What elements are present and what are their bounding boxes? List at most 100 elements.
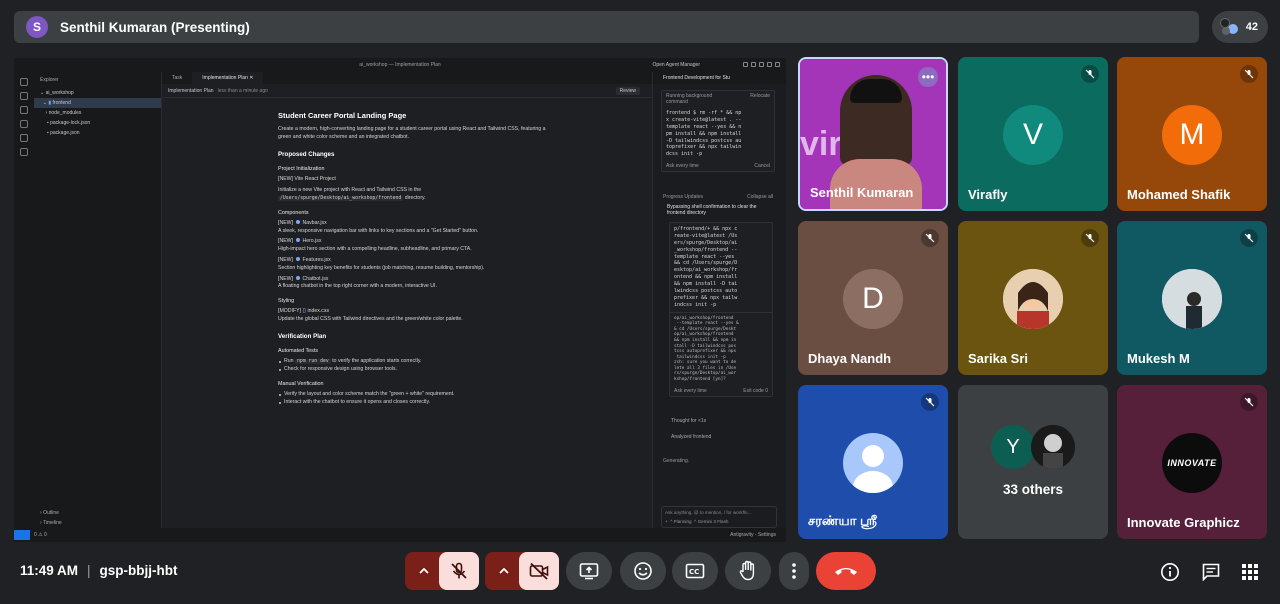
more-options-button[interactable] bbox=[779, 552, 809, 590]
presenter-bar[interactable]: S Senthil Kumaran (Presenting) bbox=[14, 11, 1199, 43]
meeting-info: 11:49 AM | gsp-bbjj-hbt bbox=[20, 563, 178, 578]
command-card: Running background command Relocate front… bbox=[661, 90, 775, 173]
mic-options-chevron-icon[interactable] bbox=[411, 552, 437, 590]
tile-mohamed[interactable]: M Mohamed Shafik bbox=[1117, 57, 1267, 211]
doc-title: Student Career Portal Landing Page bbox=[278, 111, 407, 120]
avatar: Y bbox=[991, 425, 1035, 469]
innovate-logo: INNOVATE bbox=[1162, 433, 1222, 493]
command-output: p/frontend/+ && npx c reate-vite@latest … bbox=[669, 222, 773, 397]
avatar: V bbox=[1003, 105, 1063, 165]
avatar: M bbox=[1162, 105, 1222, 165]
present-icon bbox=[579, 563, 599, 580]
presenter-avatar: S bbox=[26, 16, 48, 38]
shared-screen: ai_workshop — Implementation Plan Open A… bbox=[14, 58, 786, 542]
tab-implementation-plan: Implementation Plan ✕ bbox=[192, 72, 264, 84]
mic-off-icon bbox=[921, 393, 939, 411]
apps-grid-icon bbox=[1242, 564, 1258, 580]
activities-button[interactable] bbox=[1238, 560, 1262, 584]
explorer-item: ▪ package-lock.json bbox=[46, 120, 91, 126]
camera-toggle-button[interactable] bbox=[519, 552, 559, 590]
mic-off-icon bbox=[1240, 229, 1258, 247]
tab-task: Task bbox=[172, 75, 183, 81]
review-button: Review bbox=[615, 87, 640, 95]
generic-user-icon bbox=[843, 433, 903, 493]
explorer-header: Explorer bbox=[40, 77, 59, 83]
remote-indicator bbox=[14, 530, 30, 540]
chat-button[interactable] bbox=[1199, 560, 1223, 584]
others-count: 33 others bbox=[1002, 482, 1064, 497]
mic-control bbox=[405, 552, 479, 590]
svg-text:CC: CC bbox=[689, 568, 699, 576]
explorer-icon bbox=[20, 78, 28, 86]
avatar: D bbox=[843, 269, 903, 329]
mic-off-icon bbox=[1081, 65, 1099, 83]
avatar bbox=[1162, 269, 1222, 329]
layout-icons bbox=[743, 62, 780, 67]
tile-virafly[interactable]: V Virafly bbox=[958, 57, 1108, 211]
participant-count: 42 bbox=[1245, 21, 1258, 33]
react-file-icon bbox=[296, 256, 301, 261]
presenter-label: Senthil Kumaran (Presenting) bbox=[60, 19, 250, 35]
editor-area: Task Implementation Plan ✕ Implementatio… bbox=[162, 72, 652, 528]
react-file-icon bbox=[296, 238, 301, 243]
camera-options-chevron-icon[interactable] bbox=[491, 552, 517, 590]
editor-tabs: Task Implementation Plan ✕ bbox=[162, 72, 652, 84]
tile-senthil[interactable]: vir y ••• Senthil Kumaran bbox=[798, 57, 948, 211]
participant-avatars-icon bbox=[1220, 18, 1242, 36]
mic-off-icon bbox=[1081, 229, 1099, 247]
tile-mukesh[interactable]: Mukesh M bbox=[1117, 221, 1267, 375]
more-options-icon[interactable]: ••• bbox=[918, 67, 938, 87]
raise-hand-button[interactable] bbox=[725, 552, 771, 590]
agent-title: Frontend Development for Stu bbox=[653, 72, 786, 84]
extensions-icon bbox=[20, 148, 28, 156]
tile-others[interactable]: Y 33 others bbox=[958, 385, 1108, 539]
explorer-item: › node_modules bbox=[40, 110, 82, 116]
tile-saranya[interactable]: சரண்யா ஸ்ரீ bbox=[798, 385, 948, 539]
meeting-details-button[interactable] bbox=[1158, 560, 1182, 584]
remote-icon bbox=[20, 134, 28, 142]
breadcrumb: Implementation Plan less than a minute ag… bbox=[162, 84, 652, 98]
avatar bbox=[1003, 269, 1063, 329]
explorer-item: ⌄ ▮ frontend bbox=[34, 98, 161, 108]
info-icon bbox=[1161, 563, 1179, 581]
hand-icon bbox=[739, 560, 755, 581]
debug-icon bbox=[20, 120, 28, 128]
tile-innovate[interactable]: INNOVATE Innovate Graphicz bbox=[1117, 385, 1267, 539]
meeting-code: gsp-bbjj-hbt bbox=[99, 563, 178, 578]
participants-button[interactable]: 42 bbox=[1212, 11, 1268, 43]
css-file-icon: {} bbox=[302, 308, 306, 315]
meet-window: S Senthil Kumaran (Presenting) 42 ai_wor… bbox=[0, 0, 1280, 604]
plan-document: Student Career Portal Landing Page Creat… bbox=[278, 110, 548, 407]
ide-statusbar: 0 ⚠ 0 Antigravity - Settings bbox=[14, 528, 786, 542]
activity-bar bbox=[14, 72, 34, 528]
tile-dhaya[interactable]: D Dhaya Nandh bbox=[798, 221, 948, 375]
mic-off-icon bbox=[1240, 65, 1258, 83]
mic-off-icon bbox=[921, 229, 939, 247]
explorer-item: ▪ package.json bbox=[46, 130, 80, 136]
reactions-button[interactable] bbox=[620, 552, 666, 590]
chat-icon bbox=[1202, 563, 1220, 582]
outline-section: › Outline bbox=[40, 510, 59, 516]
captions-button[interactable]: CC bbox=[672, 552, 718, 590]
leave-call-button[interactable] bbox=[816, 552, 876, 590]
hang-up-icon bbox=[835, 568, 857, 575]
camera-control bbox=[485, 552, 559, 590]
react-file-icon bbox=[296, 275, 301, 280]
explorer-panel: Explorer ⌄ ai_workshop ⌄ ▮ frontend › no… bbox=[34, 72, 162, 528]
search-icon bbox=[20, 92, 28, 100]
explorer-root: ⌄ ai_workshop bbox=[40, 90, 74, 96]
emoji-icon bbox=[634, 562, 652, 580]
progress-step: Bypassing shell confirmation to clear th… bbox=[667, 204, 757, 216]
ide-titlebar: ai_workshop — Implementation Plan Open A… bbox=[14, 58, 786, 72]
ide-window-title: ai_workshop — Implementation Plan bbox=[359, 62, 441, 68]
avatar bbox=[1031, 425, 1075, 469]
mic-toggle-button[interactable] bbox=[439, 552, 479, 590]
tile-sarika[interactable]: Sarika Sri bbox=[958, 221, 1108, 375]
source-control-icon bbox=[20, 106, 28, 114]
more-vert-icon bbox=[792, 563, 796, 579]
mic-off-icon bbox=[1240, 393, 1258, 411]
present-screen-button[interactable] bbox=[566, 552, 612, 590]
timeline-section: › Timeline bbox=[40, 520, 62, 526]
agent-input: Ask anything, @ to mention, / for workfl… bbox=[661, 506, 777, 528]
agent-manager-link: Open Agent Manager bbox=[652, 62, 700, 68]
